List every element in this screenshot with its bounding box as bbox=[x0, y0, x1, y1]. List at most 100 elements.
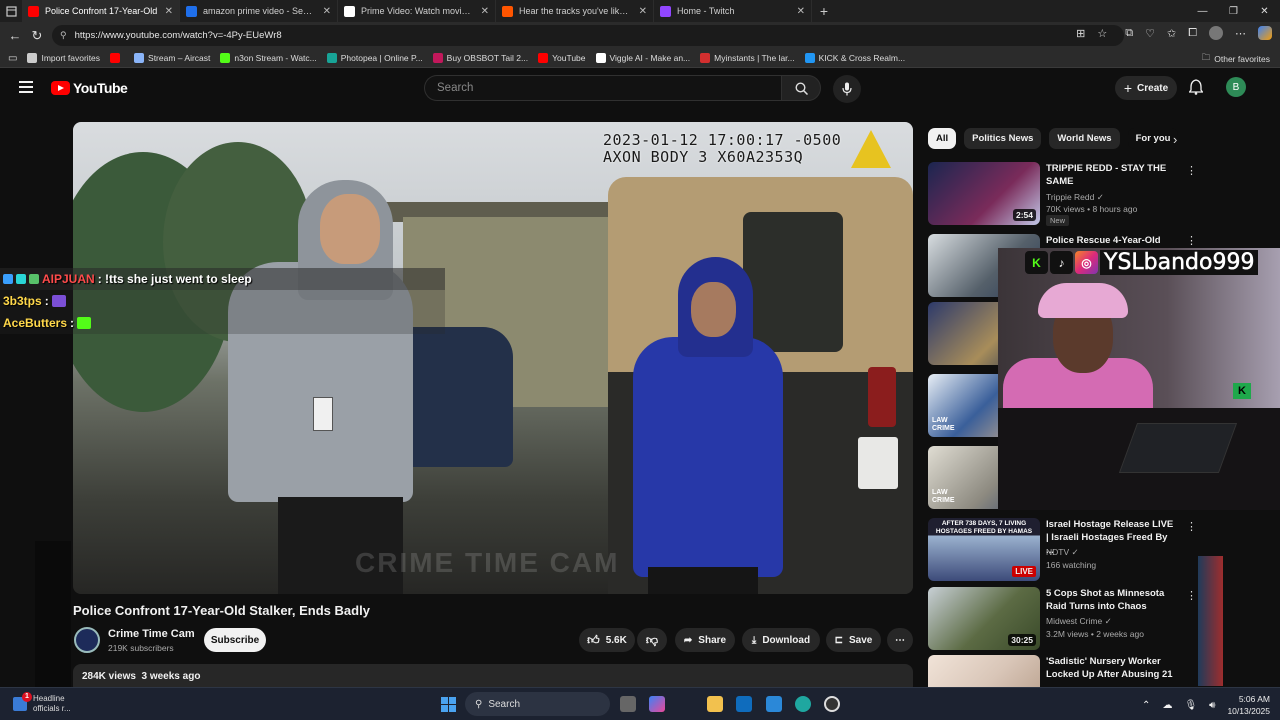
recommendation-channel[interactable]: NDTV ✓ bbox=[1046, 547, 1079, 558]
bookmark-item[interactable]: Viggle AI - Make an... bbox=[595, 53, 690, 63]
close-tab-icon[interactable]: ✕ bbox=[797, 6, 805, 17]
recommendation-item[interactable]: 'Sadistic' Nursery Worker Locked Up Afte… bbox=[928, 655, 1188, 687]
search-button[interactable] bbox=[781, 75, 821, 101]
site-info-icon[interactable]: ⚲ bbox=[60, 30, 67, 41]
bookmark-item[interactable]: KICK & Cross Realm... bbox=[804, 53, 905, 63]
kebab-menu-icon[interactable]: ⋮ bbox=[1186, 520, 1197, 533]
menu-icon[interactable] bbox=[19, 81, 33, 93]
close-tab-icon[interactable]: ✕ bbox=[165, 6, 173, 17]
video-player[interactable]: 2023-01-12 17:00:17 -0500 AXON BODY 3 X6… bbox=[73, 122, 913, 594]
bookmark-item[interactable]: YouTube bbox=[538, 53, 586, 63]
recommendation-item[interactable]: AFTER 738 DAYS, 7 LIVING HOSTAGES FREED … bbox=[928, 518, 1197, 582]
windows-start-icon[interactable] bbox=[441, 697, 456, 712]
chip-politics-news[interactable]: Politics News bbox=[964, 128, 1042, 149]
close-tab-icon[interactable]: ✕ bbox=[639, 6, 647, 17]
outlook-icon[interactable] bbox=[736, 696, 752, 712]
kebab-menu-icon[interactable]: ⋮ bbox=[1186, 657, 1188, 670]
recommendation-channel[interactable]: Trippie Redd ✓ bbox=[1046, 192, 1104, 203]
browser-tab[interactable]: Prime Video: Watch movies, TV sh ✕ bbox=[338, 0, 496, 22]
subscribe-button[interactable]: Subscribe bbox=[204, 628, 266, 652]
video-thumbnail[interactable]: 30:25 bbox=[928, 587, 1040, 650]
recommendation-title[interactable]: TRIPPIE REDD - STAY THE SAME bbox=[1046, 162, 1174, 188]
taskbar-search[interactable]: ⚲ Search bbox=[465, 692, 610, 716]
volume-icon[interactable]: 🔊︎ bbox=[1209, 700, 1215, 711]
tiktok-icon: ♪ bbox=[1050, 251, 1073, 274]
more-actions-button[interactable]: ⋯ bbox=[887, 628, 913, 652]
video-thumbnail[interactable] bbox=[928, 655, 1040, 687]
channel-name[interactable]: Crime Time Cam bbox=[108, 628, 195, 640]
close-tab-icon[interactable]: ✕ bbox=[481, 6, 489, 17]
refresh-icon[interactable]: ↻ bbox=[26, 28, 48, 44]
voice-search-button[interactable] bbox=[833, 75, 861, 103]
recommendation-item[interactable]: 2:54 TRIPPIE REDD - STAY THE SAME Trippi… bbox=[928, 162, 1197, 226]
microphone-tray-icon[interactable]: 🎙︎ bbox=[1184, 700, 1197, 711]
file-explorer-icon[interactable] bbox=[707, 696, 723, 712]
chip-for-you[interactable]: For you bbox=[1127, 128, 1179, 149]
copilot-icon[interactable] bbox=[1258, 26, 1272, 40]
notifications-button[interactable] bbox=[1188, 79, 1204, 100]
extensions-icon[interactable]: ⧉ bbox=[1125, 27, 1133, 40]
search-input[interactable]: Search bbox=[424, 75, 781, 101]
browser-tab[interactable]: Hear the tracks you've liked: on S ✕ bbox=[496, 0, 654, 22]
bookmark-item[interactable]: Stream – Aircast bbox=[134, 53, 210, 63]
chevron-up-icon[interactable]: ⌃ bbox=[1142, 700, 1150, 711]
copilot-app-icon[interactable] bbox=[649, 696, 665, 712]
new-tab-button[interactable]: + bbox=[812, 0, 836, 22]
bookmark-item[interactable]: n3on Stream - Watc... bbox=[220, 53, 317, 63]
youtube-logo[interactable]: YouTube bbox=[51, 80, 128, 96]
kebab-menu-icon[interactable]: ⋮ bbox=[1186, 234, 1197, 247]
chat-username: 3b3tps bbox=[3, 294, 42, 308]
url-field[interactable]: ⚲ https://www.youtube.com/watch?v=-4Py-E… bbox=[52, 25, 1124, 46]
browser-essentials-icon[interactable]: ♡ bbox=[1145, 27, 1155, 40]
favorite-star-icon[interactable]: ☆ bbox=[1097, 27, 1107, 40]
channel-avatar[interactable] bbox=[74, 627, 100, 653]
chip-all[interactable]: All bbox=[928, 128, 957, 149]
browser-tab[interactable]: Home - Twitch ✕ bbox=[654, 0, 812, 22]
recommendation-title[interactable]: 'Sadistic' Nursery Worker Locked Up Afte… bbox=[1046, 655, 1174, 687]
share-button[interactable]: ➦ Share bbox=[675, 628, 735, 652]
other-favorites[interactable]: 🗀 Other favorites bbox=[1202, 52, 1270, 66]
bookmark-item[interactable]: Buy OBSBOT Tail 2... bbox=[432, 53, 528, 63]
download-button[interactable]: ⤓ Download bbox=[742, 628, 820, 652]
close-window-icon[interactable]: ✕ bbox=[1249, 0, 1280, 22]
kebab-menu-icon[interactable]: ⋮ bbox=[1186, 164, 1197, 177]
sidebar-toggle-icon[interactable]: ▭ bbox=[8, 53, 17, 64]
clock[interactable]: 5:06 AM 10/13/2025 bbox=[1227, 693, 1270, 717]
back-icon[interactable]: ← bbox=[4, 28, 26, 43]
recommendation-item[interactable]: 30:25 5 Cops Shot as Minnesota Raid Turn… bbox=[928, 587, 1197, 651]
profile-icon[interactable] bbox=[1209, 26, 1223, 40]
recommendation-channel[interactable]: Midwest Crime ✓ bbox=[1046, 616, 1112, 627]
create-button[interactable]: + Create bbox=[1115, 76, 1177, 100]
more-options-icon[interactable]: ⋯ bbox=[1235, 27, 1246, 40]
like-button[interactable]: 👍︎ 5.6K bbox=[579, 628, 635, 652]
restore-icon[interactable]: ❐ bbox=[1218, 0, 1249, 22]
bookmark-favicon-icon bbox=[804, 53, 815, 63]
video-thumbnail[interactable]: AFTER 738 DAYS, 7 LIVING HOSTAGES FREED … bbox=[928, 518, 1040, 581]
dislike-button[interactable]: 👎︎ bbox=[637, 628, 667, 652]
minimize-icon[interactable]: — bbox=[1187, 0, 1218, 22]
recommendation-title[interactable]: 5 Cops Shot as Minnesota Raid Turns into… bbox=[1046, 587, 1174, 613]
edge-icon[interactable] bbox=[795, 696, 811, 712]
bookmark-item[interactable]: Photopea | Online P... bbox=[326, 53, 423, 63]
obs-icon[interactable] bbox=[824, 696, 840, 712]
video-thumbnail[interactable]: 2:54 bbox=[928, 162, 1040, 225]
account-avatar[interactable]: B bbox=[1226, 77, 1246, 97]
network-icon[interactable]: ☁ bbox=[1162, 700, 1172, 711]
bookmark-item[interactable]: Import favorites bbox=[27, 53, 100, 63]
kebab-menu-icon[interactable]: ⋮ bbox=[1186, 589, 1197, 602]
save-button[interactable]: ⊏ Save bbox=[826, 628, 881, 652]
read-aloud-icon[interactable]: ⊞ bbox=[1076, 27, 1085, 40]
favorites-icon[interactable]: ✩ bbox=[1167, 27, 1176, 40]
browser-tab[interactable]: amazon prime video - Search ✕ bbox=[180, 0, 338, 22]
tab-actions-icon[interactable] bbox=[0, 0, 22, 22]
bookmark-item[interactable] bbox=[110, 53, 124, 63]
browser-tab[interactable]: Police Confront 17-Year-Old ✕ bbox=[22, 0, 180, 22]
news-widget[interactable]: 1 Headline officials r... bbox=[13, 692, 71, 714]
task-view-icon[interactable] bbox=[620, 696, 636, 712]
chevron-right-icon[interactable]: › bbox=[1173, 132, 1177, 147]
bookmark-item[interactable]: Myinstants | The lar... bbox=[700, 53, 795, 63]
close-tab-icon[interactable]: ✕ bbox=[323, 6, 331, 17]
collections-icon[interactable]: ⧠ bbox=[1188, 27, 1197, 40]
photos-icon[interactable] bbox=[766, 696, 782, 712]
chip-world-news[interactable]: World News bbox=[1049, 128, 1120, 149]
